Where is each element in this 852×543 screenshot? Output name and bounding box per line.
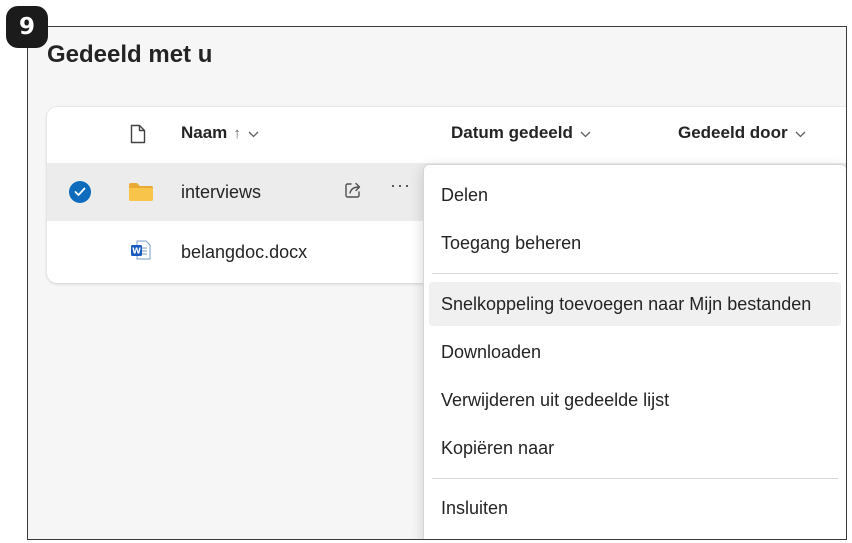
chevron-down-icon [795, 125, 806, 141]
sort-up-arrow-icon: ↑ [233, 124, 241, 142]
menu-item-add-shortcut[interactable]: Snelkoppeling toevoegen naar Mijn bestan… [429, 282, 841, 326]
menu-separator [432, 478, 838, 479]
menu-item-remove-from-shared[interactable]: Verwijderen uit gedeelde lijst [429, 378, 841, 422]
svg-text:W: W [132, 247, 141, 256]
column-shared-by-label: Gedeeld door [678, 123, 788, 142]
page-title: Gedeeld met u [47, 41, 213, 68]
column-header-date-shared[interactable]: Datum gedeeld [451, 123, 591, 143]
column-header-shared-by[interactable]: Gedeeld door [678, 123, 806, 143]
file-type-column-icon[interactable] [130, 124, 146, 149]
chevron-down-icon [248, 125, 259, 141]
menu-item-download[interactable]: Downloaden [429, 330, 841, 374]
menu-separator [432, 273, 838, 274]
menu-item-share[interactable]: Delen [429, 173, 841, 217]
menu-item-embed[interactable]: Insluiten [429, 486, 841, 530]
file-name[interactable]: belangdoc.docx [181, 242, 307, 263]
file-list-header: Naam ↑ Datum gedeeld Gedeeld door [47, 107, 846, 163]
selected-checkmark-icon[interactable] [69, 181, 91, 203]
context-menu: Delen Toegang beheren Snelkoppeling toev… [423, 164, 846, 539]
step-number-badge: 9 [6, 6, 48, 48]
chevron-down-icon [580, 125, 591, 141]
menu-item-manage-access[interactable]: Toegang beheren [429, 221, 841, 265]
word-doc-icon: W [130, 239, 152, 266]
column-header-name[interactable]: Naam ↑ [181, 123, 259, 143]
file-name[interactable]: interviews [181, 182, 261, 203]
more-options-icon[interactable]: ··· [390, 175, 411, 196]
folder-icon [128, 182, 154, 207]
menu-item-copy-to[interactable]: Kopiëren naar [429, 426, 841, 470]
share-icon[interactable] [343, 180, 363, 205]
column-date-label: Datum gedeeld [451, 123, 573, 142]
app-window: Gedeeld met u Naam ↑ Datum gedeeld Gedee… [27, 26, 847, 540]
column-name-label: Naam [181, 123, 228, 142]
